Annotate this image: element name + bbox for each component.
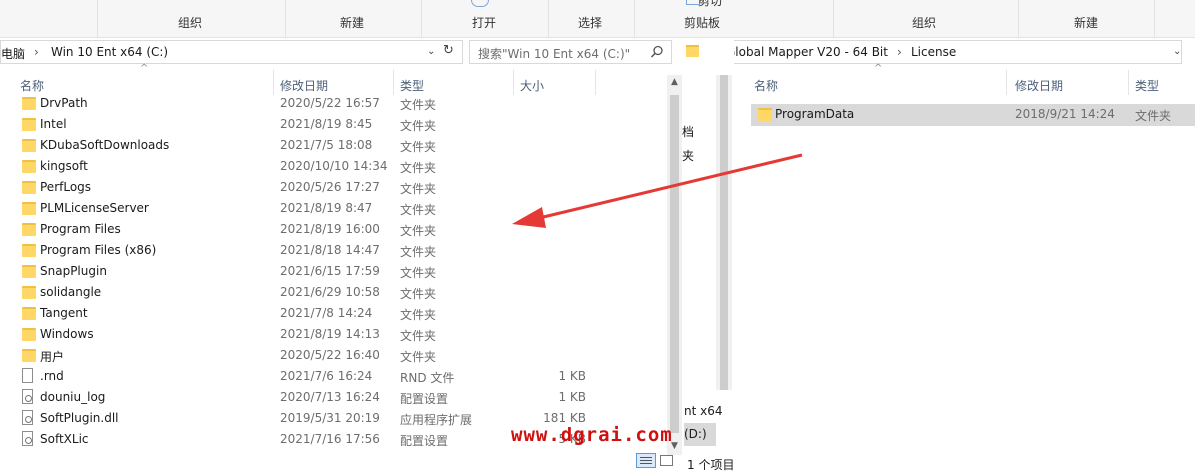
annotation-arrow [512, 153, 803, 228]
watermark-text: www.dgrai.com [511, 424, 673, 446]
